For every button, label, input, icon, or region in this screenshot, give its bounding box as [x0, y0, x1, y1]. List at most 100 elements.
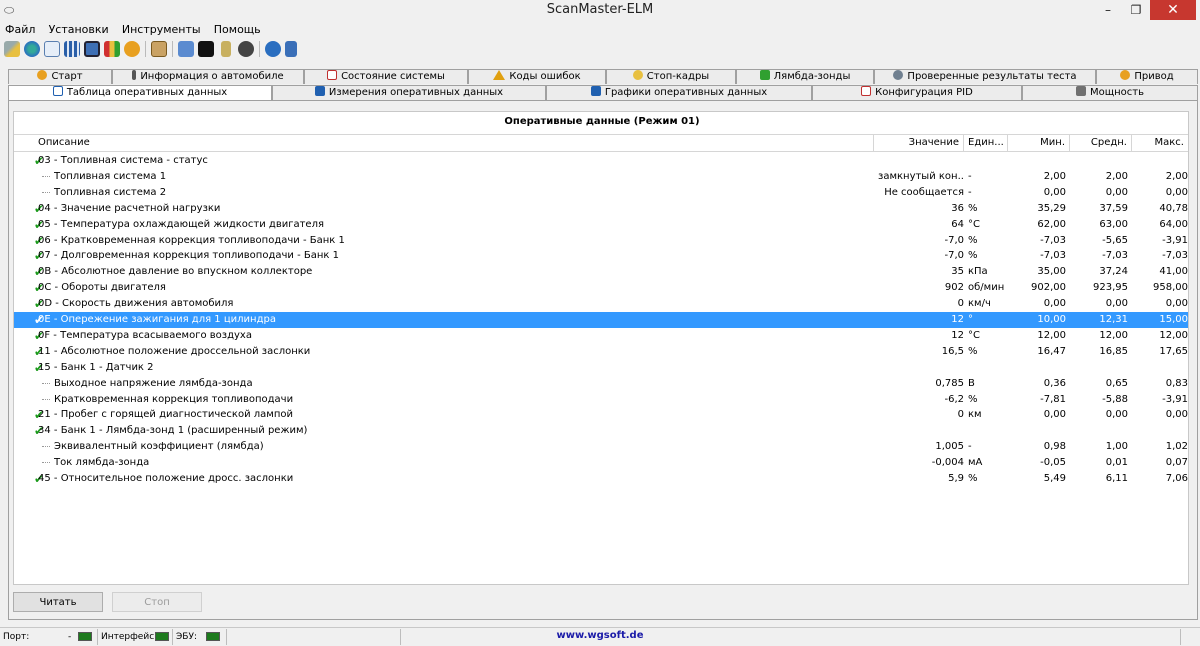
monitor-icon[interactable] — [84, 41, 100, 57]
port-value: - — [68, 632, 72, 642]
close-button[interactable]: ✕ — [1150, 0, 1196, 20]
terminal-icon[interactable] — [198, 41, 214, 57]
grid-icon[interactable] — [64, 41, 80, 57]
menu-help[interactable]: Помощь — [209, 21, 266, 38]
menu-file[interactable]: Файл — [0, 21, 40, 38]
row-max — [1132, 360, 1188, 376]
tab-pid-config[interactable]: Конфигурация PID — [812, 85, 1022, 100]
row-unit: км/ч — [968, 298, 991, 310]
row-avg: 63,00 — [1099, 218, 1128, 230]
column-value[interactable]: Значение — [874, 135, 964, 151]
chart-icon[interactable] — [104, 41, 120, 57]
row-min: 62,00 — [1037, 218, 1066, 230]
row-unit: - — [968, 186, 972, 198]
table-row[interactable]: ✔ 05 - Температура охлаждающей жидкости д… — [14, 217, 1188, 233]
row-description: 34 - Банк 1 - Лямбда-зонд 1 (расширенный… — [38, 425, 308, 437]
row-value: 5,9 — [948, 473, 964, 484]
column-avg[interactable]: Средн. — [1070, 135, 1132, 151]
table-row[interactable]: Эквивалентный коэффициент (лямбда) 1,005-… — [14, 439, 1188, 455]
website-link[interactable]: www.wgsoft.de — [400, 630, 800, 641]
table-row[interactable]: Ток лямбда-зонда -0,004 мА -0,05 0,01 0,07 — [14, 455, 1188, 471]
globe-icon[interactable] — [24, 41, 40, 57]
menu-settings[interactable]: Установки — [44, 21, 114, 38]
column-max[interactable]: Макс. — [1132, 135, 1188, 151]
tab-live-data-table[interactable]: Таблица оперативных данных — [8, 85, 272, 101]
row-max: 2,00 — [1165, 170, 1188, 182]
column-unit[interactable]: Един... — [964, 135, 1008, 151]
row-avg: 12,31 — [1099, 314, 1128, 325]
document-icon[interactable] — [44, 41, 60, 57]
start-icon — [37, 70, 48, 80]
toolbar-separator — [172, 41, 173, 57]
table-row[interactable]: ✔ 21 - Пробег с горящей диагностической л… — [14, 407, 1188, 423]
row-max: 17,65 — [1159, 345, 1188, 357]
table-row[interactable]: Топливная система 2 Не сообщается - 0,00 0,0… — [14, 185, 1188, 201]
row-unit: % — [968, 345, 978, 357]
table-row[interactable]: ✔ 0E - Опережение зажигания для 1 цилиндр… — [14, 312, 1188, 328]
row-avg: 6,11 — [1105, 473, 1128, 484]
chat-icon[interactable] — [178, 41, 194, 57]
clipboard-icon[interactable] — [151, 41, 167, 57]
table-title: Оперативные данные (Режим 01) — [504, 116, 700, 127]
table-row[interactable]: ✔ 0B - Абсолютное давление во впускном ко… — [14, 264, 1188, 280]
stop-icon[interactable] — [238, 41, 254, 57]
tab-power[interactable]: Мощность — [1022, 85, 1198, 100]
row-max: 0,83 — [1165, 377, 1188, 389]
tab-live-data-graphs[interactable]: Графики оперативных данных — [546, 85, 812, 100]
tab-label: Проверенные результаты теста — [907, 71, 1077, 82]
table-row[interactable]: ✔ 06 - Кратковременная коррекция топливоп… — [14, 233, 1188, 249]
tab-label: Графики оперативных данных — [604, 87, 768, 98]
table-row[interactable]: ✔ 0C - Обороты двигателя 902 об/мин 902,00 92… — [14, 280, 1188, 296]
tab-live-data-gauges[interactable]: Измерения оперативных данных — [272, 85, 546, 100]
table-row[interactable]: ✔ 0F - Температура всасываемого воздуха 12… — [14, 328, 1188, 344]
exit-icon[interactable] — [285, 41, 297, 57]
restore-button[interactable]: ❐ — [1122, 0, 1150, 20]
row-max: 958,00 — [1153, 282, 1188, 294]
stop-button[interactable]: Стоп — [112, 592, 202, 612]
table-row[interactable]: ✔ 07 - Долговременная коррекция топливопо… — [14, 248, 1188, 264]
tab-test-results[interactable]: Проверенные результаты теста — [874, 69, 1096, 84]
table-row[interactable]: ✔ 34 - Банк 1 - Лямбда-зонд 1 (расширенны… — [14, 423, 1188, 439]
tab-vehicle-info[interactable]: Информация о автомобиле — [112, 69, 304, 84]
wrench-icon[interactable] — [4, 41, 20, 57]
read-button[interactable]: Читать — [13, 592, 103, 612]
column-description[interactable]: Описание — [14, 135, 874, 151]
info-icon[interactable] — [265, 41, 281, 57]
battery-icon[interactable] — [221, 41, 231, 57]
menu-tools[interactable]: Инструменты — [117, 21, 206, 38]
minimize-button[interactable]: – — [1094, 0, 1122, 20]
table-row[interactable]: Кратковременная коррекция топливоподачи -… — [14, 392, 1188, 408]
tab-start[interactable]: Старт — [8, 69, 112, 84]
tab-lambda-sensors[interactable]: Лямбда-зонды — [736, 69, 874, 84]
tab-system-status[interactable]: Состояние системы — [304, 69, 468, 84]
tab-drive[interactable]: Привод — [1096, 69, 1198, 84]
table-row[interactable]: ✔ 0D - Скорость движения автомобиля 0 км/ч 0… — [14, 296, 1188, 312]
row-description: 04 - Значение расчетной нагрузки — [38, 202, 221, 214]
table-row[interactable]: ✔ 03 - Топливная система - статус — [14, 153, 1188, 169]
column-min[interactable]: Мин. — [1008, 135, 1070, 151]
row-unit: % — [968, 202, 978, 214]
table-row[interactable]: ✔ 15 - Банк 1 - Датчик 2 — [14, 360, 1188, 376]
row-unit — [968, 423, 1008, 439]
dollar-icon[interactable] — [124, 41, 140, 57]
row-unit: ° — [968, 314, 973, 325]
row-unit: % — [968, 393, 978, 405]
tree-connector — [42, 191, 50, 194]
row-max: 0,00 — [1165, 409, 1188, 421]
table-row[interactable]: Топливная система 1 замкнутый кон... - 2,00… — [14, 169, 1188, 185]
table-header: Описание Значение Един... Мин. Средн. Ма… — [14, 134, 1188, 152]
tab-label: Измерения оперативных данных — [328, 87, 504, 98]
row-min: -7,81 — [1040, 393, 1066, 405]
row-description: Выходное напряжение лямбда-зонда — [54, 377, 253, 389]
table-row[interactable]: ✔ 11 - Абсолютное положение дроссельной з… — [14, 344, 1188, 360]
row-value: 35 — [951, 266, 964, 278]
row-max: -7,03 — [1162, 250, 1188, 262]
tab-error-codes[interactable]: Коды ошибок — [468, 69, 606, 84]
tab-freeze-frames[interactable]: Стоп-кадры — [606, 69, 736, 84]
table-row[interactable]: Выходное напряжение лямбда-зонда 0,785 В 0,… — [14, 376, 1188, 392]
row-value: -7,0 — [944, 234, 964, 246]
tab-label: Лямбда-зонды — [773, 71, 851, 82]
row-value — [878, 423, 964, 439]
table-row[interactable]: ✔ 45 - Относительное положение дросс. зас… — [14, 471, 1188, 487]
table-row[interactable]: ✔ 04 - Значение расчетной нагрузки 36% 35,2… — [14, 201, 1188, 217]
